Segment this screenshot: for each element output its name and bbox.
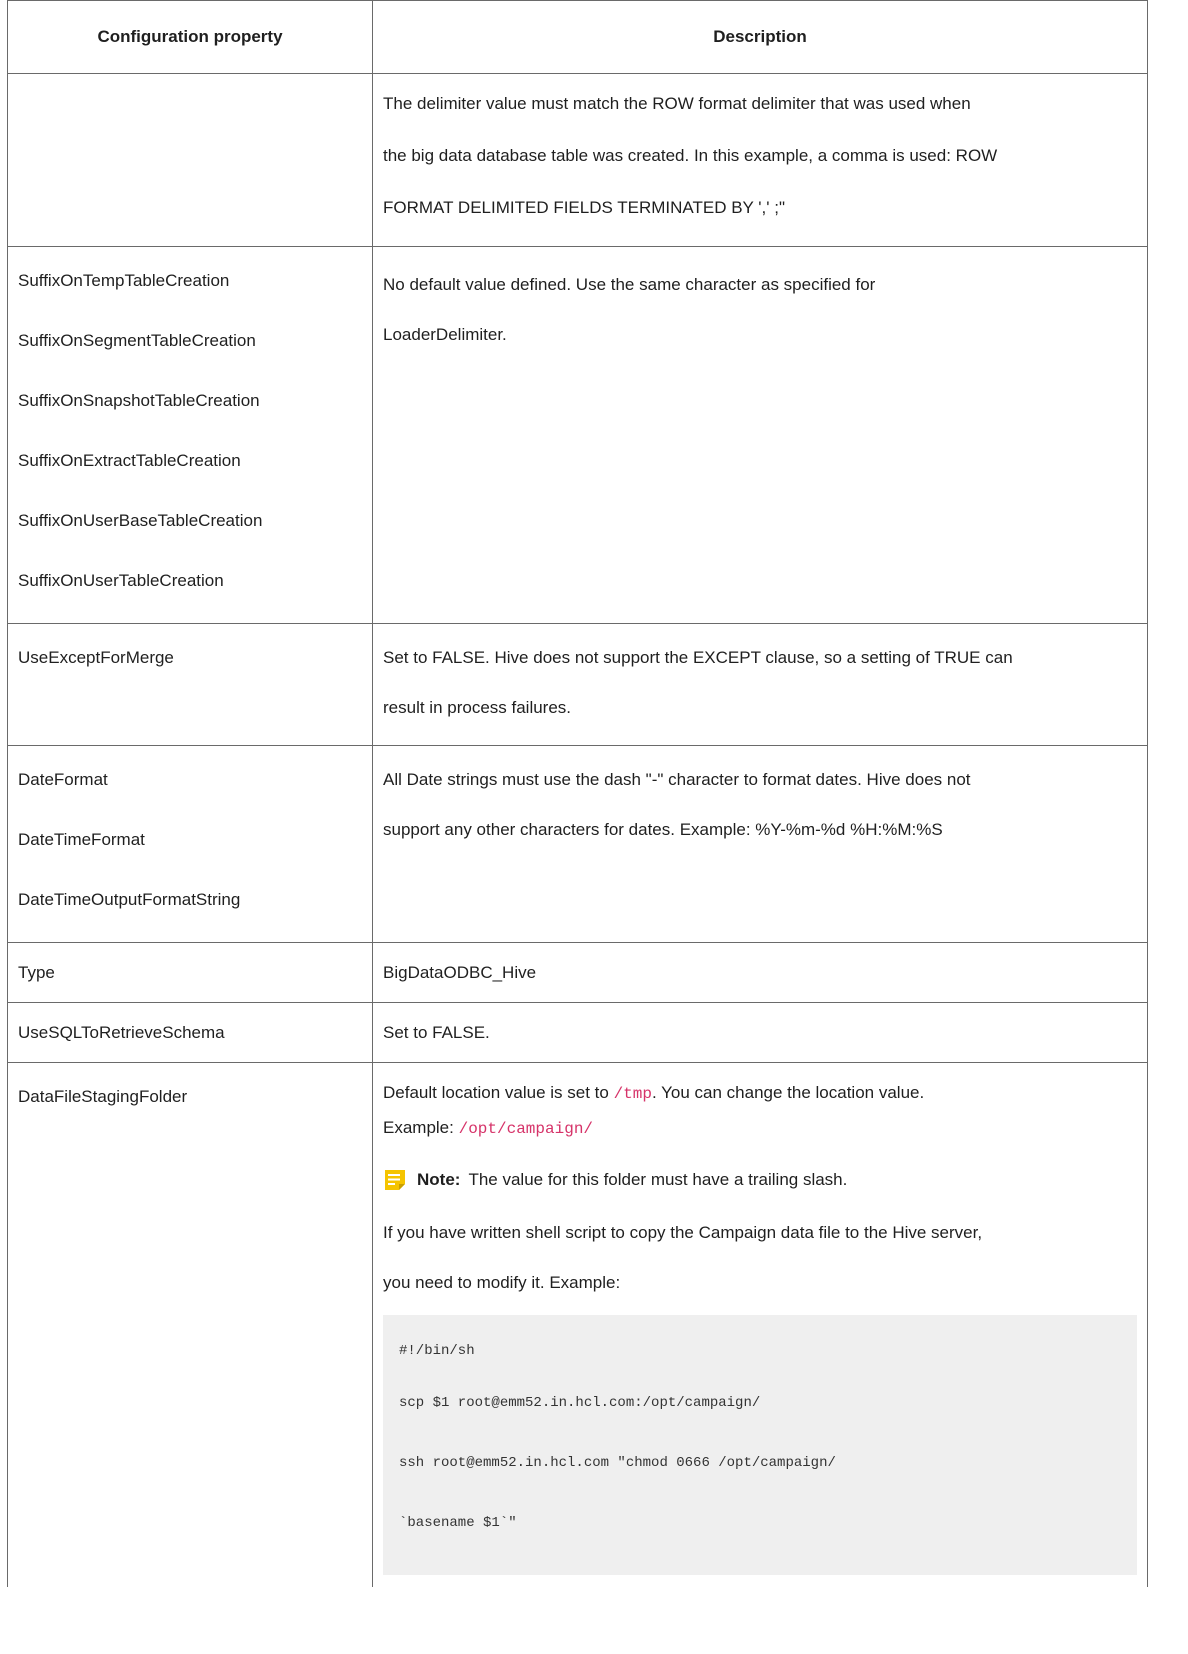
configuration-table: Configuration property Description The d… [7, 0, 1148, 1587]
property-name: SuffixOnUserBaseTableCreation [18, 511, 263, 530]
property-cell: UseSQLToRetrieveSchema [7, 1002, 373, 1063]
description-line: BigDataODBC_Hive [383, 962, 537, 982]
table-row: Type BigDataODBC_Hive [7, 942, 1148, 1003]
note-label: Note: [417, 1170, 461, 1189]
table-row: UseExceptForMerge Set to FALSE. Hive doe… [7, 623, 1148, 746]
description-cell: Set to FALSE. [372, 1002, 1148, 1063]
property-cell: Type [7, 942, 373, 1003]
property-name: SuffixOnSnapshotTableCreation [18, 391, 260, 410]
default-location-text: Default location value is set to /tmp. Y… [383, 1063, 1137, 1124]
property-cell: UseExceptForMerge [7, 623, 373, 746]
property-name: SuffixOnSegmentTableCreation [18, 331, 256, 350]
description-line: All Date strings must use the dash "-" c… [383, 770, 971, 789]
table-row: DateFormat DateTimeFormat DateTimeOutput… [7, 745, 1148, 943]
code-line: `basename $1`" [399, 1515, 517, 1531]
default-location-prefix: Default location value is set to [383, 1083, 614, 1102]
property-cell [7, 73, 373, 247]
code-block: #!/bin/sh scp $1 root@emm52.in.hcl.com:/… [383, 1315, 1137, 1575]
description-cell: All Date strings must use the dash "-" c… [372, 745, 1148, 943]
header-configuration-property: Configuration property [7, 0, 373, 74]
property-name: Type [18, 962, 55, 982]
script-intro-line: If you have written shell script to copy… [383, 1223, 983, 1242]
example-code: /opt/campaign/ [458, 1120, 594, 1138]
description-line: result in process failures. [383, 698, 572, 717]
default-location-code: /tmp [613, 1085, 652, 1103]
code-line: #!/bin/sh [399, 1343, 475, 1359]
note-text: The value for this folder must have a tr… [468, 1170, 848, 1189]
note: Note: The value for this folder must hav… [383, 1165, 1137, 1195]
example-label: Example: [383, 1118, 459, 1137]
property-name: DateTimeOutputFormatString [18, 890, 241, 909]
code-line: ssh root@emm52.in.hcl.com "chmod 0666 /o… [399, 1455, 836, 1471]
property-name: UseExceptForMerge [18, 648, 174, 667]
description-cell: The delimiter value must match the ROW f… [372, 73, 1148, 247]
property-name: DataFileStagingFolder [18, 1087, 188, 1106]
description-cell: No default value defined. Use the same c… [372, 246, 1148, 624]
description-line: LoaderDelimiter. [383, 325, 507, 344]
property-name: UseSQLToRetrieveSchema [18, 1022, 225, 1042]
default-location-suffix: . You can change the location value. [651, 1083, 925, 1102]
header-description: Description [372, 0, 1148, 74]
description-line: Set to FALSE. Hive does not support the … [383, 648, 1013, 667]
description-line: support any other characters for dates. … [383, 820, 943, 839]
property-cell: DataFileStagingFolder [7, 1062, 373, 1587]
property-name: DateFormat [18, 770, 108, 789]
property-name: SuffixOnTempTableCreation [18, 271, 230, 290]
table-row: DataFileStagingFolder Default location v… [7, 1062, 1148, 1587]
description-line: No default value defined. Use the same c… [383, 275, 876, 294]
table-row: The delimiter value must match the ROW f… [7, 73, 1148, 247]
note-icon [385, 1170, 405, 1190]
description-line: the big data database table was created.… [383, 146, 998, 165]
description-cell: BigDataODBC_Hive [372, 942, 1148, 1003]
code-line: scp $1 root@emm52.in.hcl.com:/opt/campai… [399, 1395, 761, 1411]
description-line: Set to FALSE. [383, 1022, 490, 1042]
description-cell: Set to FALSE. Hive does not support the … [372, 623, 1148, 746]
property-cell: SuffixOnTempTableCreation SuffixOnSegmen… [7, 246, 373, 624]
property-name: SuffixOnExtractTableCreation [18, 451, 241, 470]
property-name: SuffixOnUserTableCreation [18, 571, 224, 590]
description-line: FORMAT DELIMITED FIELDS TERMINATED BY ',… [383, 198, 786, 217]
description-cell: Default location value is set to /tmp. Y… [372, 1062, 1148, 1587]
table-row: UseSQLToRetrieveSchema Set to FALSE. [7, 1002, 1148, 1063]
script-intro-line: you need to modify it. Example: [383, 1273, 621, 1292]
property-name: DateTimeFormat [18, 830, 145, 849]
property-cell: DateFormat DateTimeFormat DateTimeOutput… [7, 745, 373, 943]
table-header-row: Configuration property Description [7, 0, 1148, 74]
table-row: SuffixOnTempTableCreation SuffixOnSegmen… [7, 246, 1148, 624]
description-line: The delimiter value must match the ROW f… [383, 94, 971, 113]
